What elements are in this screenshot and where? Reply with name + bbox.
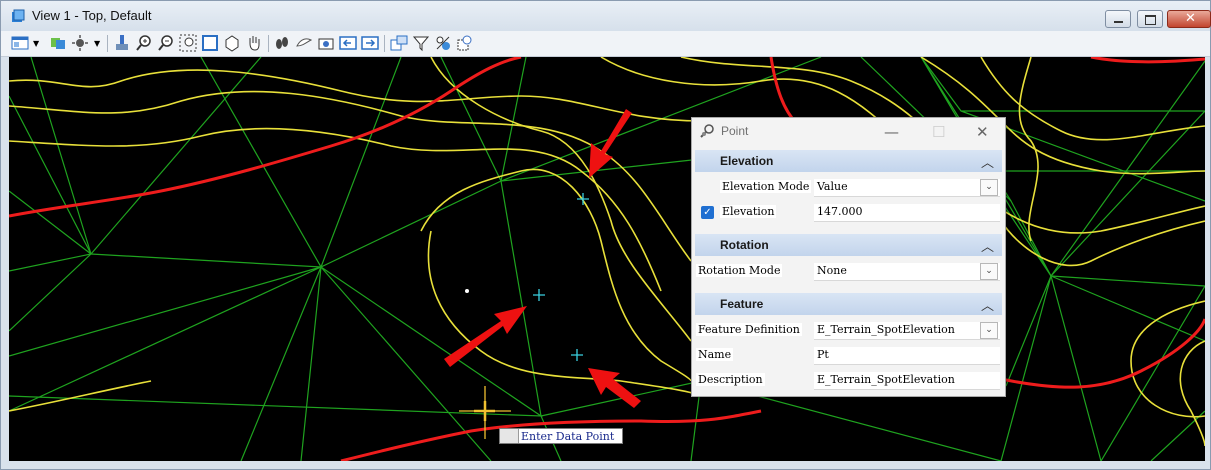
rotation-mode-label: Rotation Mode	[696, 264, 783, 277]
restore-icon	[1145, 15, 1156, 25]
rotation-mode-row: Rotation Mode None ⌄	[695, 259, 1002, 283]
section-elevation-label: Elevation	[720, 154, 774, 168]
point-marker[interactable]	[533, 289, 545, 301]
description-row: Description E_Terrain_SpotElevation	[695, 368, 1002, 392]
prompt-text: Enter Data Point	[521, 430, 615, 443]
zoom-in-icon[interactable]	[135, 34, 153, 52]
tool-settings-icon	[700, 124, 714, 138]
pan-view-icon[interactable]	[245, 34, 263, 52]
elevation-mode-label: Elevation Mode	[720, 180, 812, 193]
elevation-mode-row: Elevation Mode Value ⌄	[695, 175, 1002, 199]
section-feature-label: Feature	[720, 297, 764, 311]
point-marker[interactable]	[571, 349, 583, 361]
rotate-view-icon[interactable]	[223, 34, 241, 52]
point-markers	[533, 193, 589, 361]
name-input[interactable]: Pt	[814, 347, 1000, 365]
triangle-edges	[9, 57, 1205, 461]
zoom-out-icon[interactable]	[157, 34, 175, 52]
minimize-icon	[1114, 21, 1123, 23]
elevation-checkbox[interactable]: ✓	[701, 206, 714, 219]
cursor-prompt: Enter Data Point	[499, 428, 623, 444]
dialog-title: Point	[721, 124, 749, 138]
copy-view-icon[interactable]	[390, 34, 408, 52]
data-point-dot	[465, 289, 469, 293]
annotation-arrow	[588, 368, 641, 408]
close-icon: ✕	[1185, 11, 1196, 26]
feature-definition-label: Feature Definition	[696, 323, 802, 336]
description-label: Description	[696, 373, 765, 386]
maximize-icon[interactable]: ☐	[932, 123, 945, 141]
rotation-mode-select[interactable]: None ⌄	[814, 263, 1000, 281]
feature-definition-row: Feature Definition E_Terrain_SpotElevati…	[695, 318, 1002, 342]
chevron-down-icon[interactable]: ⌄	[980, 322, 998, 339]
feature-definition-select[interactable]: E_Terrain_SpotElevation ⌄	[814, 322, 1000, 340]
elevation-label: Elevation	[720, 205, 777, 218]
section-rotation[interactable]: Rotation ︿	[695, 234, 1002, 256]
point-dialog: Point — ☐ ✕ Elevation ︿ Elevation Mode V…	[691, 117, 1006, 397]
close-button[interactable]: ✕	[1167, 10, 1211, 28]
camera-icon[interactable]	[317, 34, 335, 52]
minimize-icon[interactable]: —	[884, 123, 899, 141]
terrain-drawing	[9, 57, 1205, 461]
view-toolbar: ▼ ▼	[1, 31, 1210, 57]
close-icon[interactable]: ✕	[976, 123, 989, 141]
fit-view-icon[interactable]	[201, 34, 219, 52]
elevation-row: ✓ Elevation 147.000	[695, 200, 1002, 224]
chevron-up-icon[interactable]: ︿	[981, 152, 994, 171]
prompt-icon	[500, 429, 519, 443]
minimize-button[interactable]	[1105, 10, 1131, 28]
section-feature[interactable]: Feature ︿	[695, 293, 1002, 315]
view-previous-icon[interactable]	[339, 34, 357, 52]
section-elevation[interactable]: Elevation ︿	[695, 150, 1002, 172]
window-area-icon[interactable]	[179, 34, 197, 52]
clip-mask-icon[interactable]	[434, 34, 452, 52]
drawing-canvas[interactable]	[9, 57, 1205, 461]
section-icon[interactable]	[456, 34, 474, 52]
annotation-arrow	[444, 306, 527, 367]
view-icon	[12, 9, 25, 22]
chevron-up-icon[interactable]: ︿	[981, 236, 994, 255]
view-next-icon[interactable]	[361, 34, 379, 52]
fly-icon[interactable]	[295, 34, 313, 52]
view-window: View 1 - Top, Default ✕ ▼ ▼ Enter Data P…	[0, 0, 1211, 470]
name-label: Name	[696, 348, 734, 361]
title-bar[interactable]: View 1 - Top, Default ✕	[1, 1, 1211, 31]
restore-button[interactable]	[1137, 10, 1163, 28]
chevron-down-icon[interactable]: ⌄	[980, 179, 998, 196]
lighting-icon[interactable]	[71, 34, 89, 52]
elevation-input[interactable]: 147.000	[814, 204, 1000, 222]
view-attributes-icon[interactable]	[11, 34, 29, 52]
toolbar-separator	[268, 35, 269, 52]
toolbar-separator	[384, 35, 385, 52]
chevron-down-icon[interactable]: ⌄	[980, 263, 998, 280]
chevron-down-icon[interactable]: ▼	[94, 39, 100, 48]
section-rotation-label: Rotation	[720, 238, 769, 252]
name-row: Name Pt	[695, 343, 1002, 367]
display-style-icon[interactable]	[49, 34, 67, 52]
annotation-arrows	[444, 109, 641, 408]
toolbar-separator	[107, 35, 108, 52]
description-input[interactable]: E_Terrain_SpotElevation	[814, 372, 1000, 390]
chevron-up-icon[interactable]: ︿	[981, 295, 994, 314]
update-view-icon[interactable]	[113, 34, 131, 52]
walk-icon[interactable]	[273, 34, 291, 52]
chevron-down-icon[interactable]: ▼	[33, 39, 39, 48]
window-title: View 1 - Top, Default	[32, 8, 152, 23]
clip-volume-icon[interactable]	[412, 34, 430, 52]
dialog-title-bar[interactable]: Point — ☐ ✕	[692, 118, 1005, 146]
elevation-mode-select[interactable]: Value ⌄	[814, 179, 1000, 197]
